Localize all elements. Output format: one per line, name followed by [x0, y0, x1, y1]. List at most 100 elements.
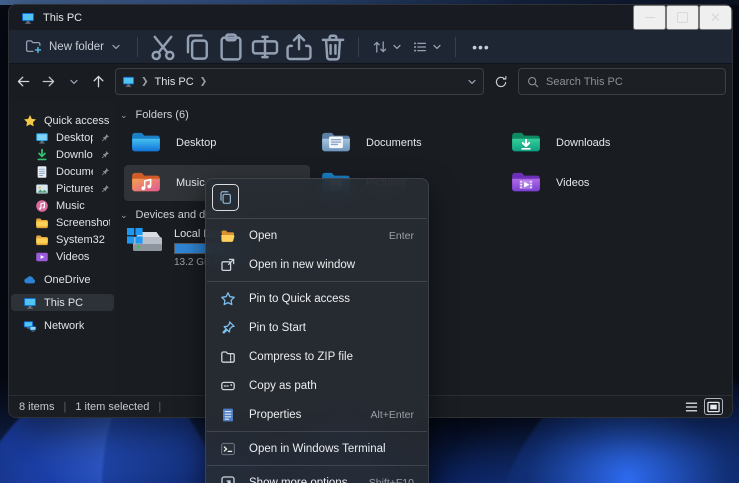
- sidebar-item-documents[interactable]: Documents: [11, 163, 114, 180]
- menu-item-show-more-options[interactable]: Show more optionsShift+F10: [206, 468, 428, 483]
- rename-button[interactable]: [250, 34, 280, 60]
- menu-item-copy-as-path[interactable]: Copy as path: [206, 371, 428, 400]
- menu-item-label: Open in new window: [249, 259, 355, 271]
- delete-button[interactable]: [318, 34, 348, 60]
- forward-button[interactable]: [36, 69, 61, 94]
- ellipsis-icon: •••: [472, 39, 490, 55]
- context-menu: Open Enter Open in new window Pin to Quick …: [205, 178, 429, 483]
- this-pc-icon: [23, 296, 37, 310]
- folder-tile-videos[interactable]: Videos: [504, 165, 690, 201]
- folder-tile-desktop[interactable]: Desktop: [124, 125, 310, 161]
- close-button[interactable]: ✕: [699, 5, 732, 30]
- terminal-icon: [220, 441, 236, 457]
- pin-icon: [100, 184, 110, 194]
- view-button[interactable]: [407, 35, 447, 59]
- document-icon: [35, 165, 49, 179]
- sidebar-item-downloads[interactable]: Downloads: [11, 146, 114, 163]
- folder-tile-documents[interactable]: Documents: [314, 125, 500, 161]
- copy-icon: [182, 32, 212, 62]
- local-disk-icon: [126, 227, 166, 259]
- menu-separator: [207, 218, 427, 219]
- address-bar[interactable]: ❯ This PC ❯: [115, 68, 484, 95]
- search-input[interactable]: Search This PC: [518, 68, 726, 95]
- sidebar: Quick access DesktopDownloads Documents Pic…: [9, 99, 116, 395]
- new-folder-label: New folder: [49, 41, 104, 53]
- collapse-chevron-icon: ⌄: [120, 210, 128, 221]
- back-button[interactable]: [11, 69, 36, 94]
- sidebar-item-quick-access[interactable]: Quick access: [11, 112, 114, 129]
- search-icon: [527, 76, 539, 88]
- more-options-button[interactable]: •••: [466, 34, 496, 60]
- sidebar-item-pictures[interactable]: Pictures: [11, 180, 114, 197]
- minimize-button[interactable]: [633, 5, 666, 30]
- breadcrumb-location[interactable]: This PC: [155, 76, 194, 88]
- command-bar: New folder •••: [9, 30, 732, 64]
- copy-button[interactable]: [182, 34, 212, 60]
- breadcrumb-chevron-icon: ❯: [141, 76, 149, 87]
- sort-button[interactable]: [367, 35, 407, 59]
- folder-desktop-icon: [131, 131, 161, 155]
- up-button[interactable]: [86, 69, 111, 94]
- item-count: 8 items: [19, 401, 54, 413]
- new-folder-button[interactable]: New folder: [17, 34, 129, 59]
- menu-separator: [207, 281, 427, 282]
- sidebar-item-label: Videos: [56, 251, 89, 263]
- folders-section-header[interactable]: ⌄ Folders (6): [120, 109, 189, 121]
- show-more-icon: [220, 475, 236, 483]
- sidebar-item-desktop[interactable]: Desktop: [11, 129, 114, 146]
- cut-button[interactable]: [148, 34, 178, 60]
- folder-tile-label: Videos: [556, 177, 589, 189]
- videos-icon: [35, 250, 49, 264]
- sidebar-item-network[interactable]: Network: [11, 317, 114, 334]
- sidebar-item-screenshots[interactable]: Screenshots: [11, 214, 114, 231]
- folder-downloads-icon: [511, 131, 541, 155]
- menu-item-open[interactable]: Open Enter: [206, 221, 428, 250]
- details-view-button[interactable]: [683, 399, 700, 414]
- menu-item-pin-to-quick-access[interactable]: Pin to Quick access: [206, 284, 428, 313]
- folder-tile-downloads[interactable]: Downloads: [504, 125, 690, 161]
- sidebar-item-onedrive[interactable]: OneDrive: [11, 271, 114, 288]
- copy-button[interactable]: [212, 184, 239, 211]
- menu-item-shortcut: Enter: [389, 230, 414, 242]
- sidebar-item-label: Pictures: [56, 183, 93, 195]
- folder-tile-label: Desktop: [176, 137, 216, 149]
- sidebar-item-label: Music: [56, 200, 85, 212]
- sidebar-item-system32[interactable]: System32: [11, 231, 114, 248]
- menu-item-properties[interactable]: PropertiesAlt+Enter: [206, 400, 428, 429]
- menu-item-shortcut: Alt+Enter: [371, 409, 414, 421]
- folder-music-icon: [131, 171, 161, 195]
- recent-locations-button[interactable]: [61, 69, 86, 94]
- maximize-button[interactable]: [666, 5, 699, 30]
- sidebar-item-label: This PC: [44, 297, 83, 309]
- large-icons-view-button[interactable]: [705, 399, 722, 414]
- refresh-button[interactable]: [488, 69, 514, 94]
- delete-icon: [318, 32, 348, 62]
- sidebar-item-label: Documents: [56, 166, 93, 178]
- maximize-icon: [677, 12, 688, 23]
- sidebar-item-this-pc[interactable]: This PC: [11, 294, 114, 311]
- paste-button[interactable]: [216, 34, 246, 60]
- view-icon: [412, 39, 428, 55]
- network-icon: [23, 319, 37, 333]
- sidebar-item-label: System32: [56, 234, 105, 246]
- sidebar-item-label: Network: [44, 320, 84, 332]
- window-title: This PC: [43, 12, 82, 24]
- sidebar-item-videos[interactable]: Videos: [11, 248, 114, 265]
- menu-item-label: Open: [249, 230, 277, 242]
- menu-item-label: Copy as path: [249, 380, 317, 392]
- folders-section-title: Folders (6): [136, 109, 189, 121]
- context-menu-items: Open Enter Open in new window Pin to Quick …: [206, 221, 428, 483]
- pin-icon: [100, 150, 110, 160]
- menu-item-label: Pin to Start: [249, 322, 306, 334]
- view-switcher: [683, 399, 722, 414]
- menu-item-pin-to-start[interactable]: Pin to Start: [206, 313, 428, 342]
- sidebar-item-music[interactable]: Music: [11, 197, 114, 214]
- this-pc-icon: [21, 11, 35, 25]
- menu-item-open-in-new-window[interactable]: Open in new window: [206, 250, 428, 279]
- menu-item-label: Show more options: [249, 477, 347, 483]
- menu-item-open-in-windows-terminal[interactable]: Open in Windows Terminal: [206, 434, 428, 463]
- menu-item-compress-to-zip-file[interactable]: Compress to ZIP file: [206, 342, 428, 371]
- chevron-down-icon[interactable]: [467, 77, 477, 87]
- sidebar-item-label: Quick access: [44, 115, 109, 127]
- share-button[interactable]: [284, 34, 314, 60]
